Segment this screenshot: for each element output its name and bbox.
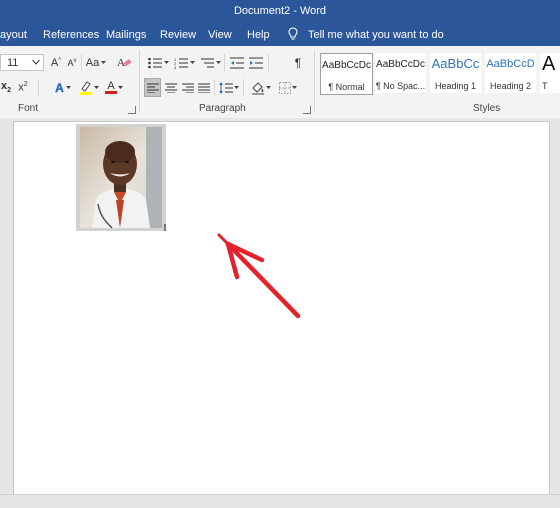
status-bar	[0, 494, 560, 508]
red-arrow-annotation	[217, 233, 301, 319]
